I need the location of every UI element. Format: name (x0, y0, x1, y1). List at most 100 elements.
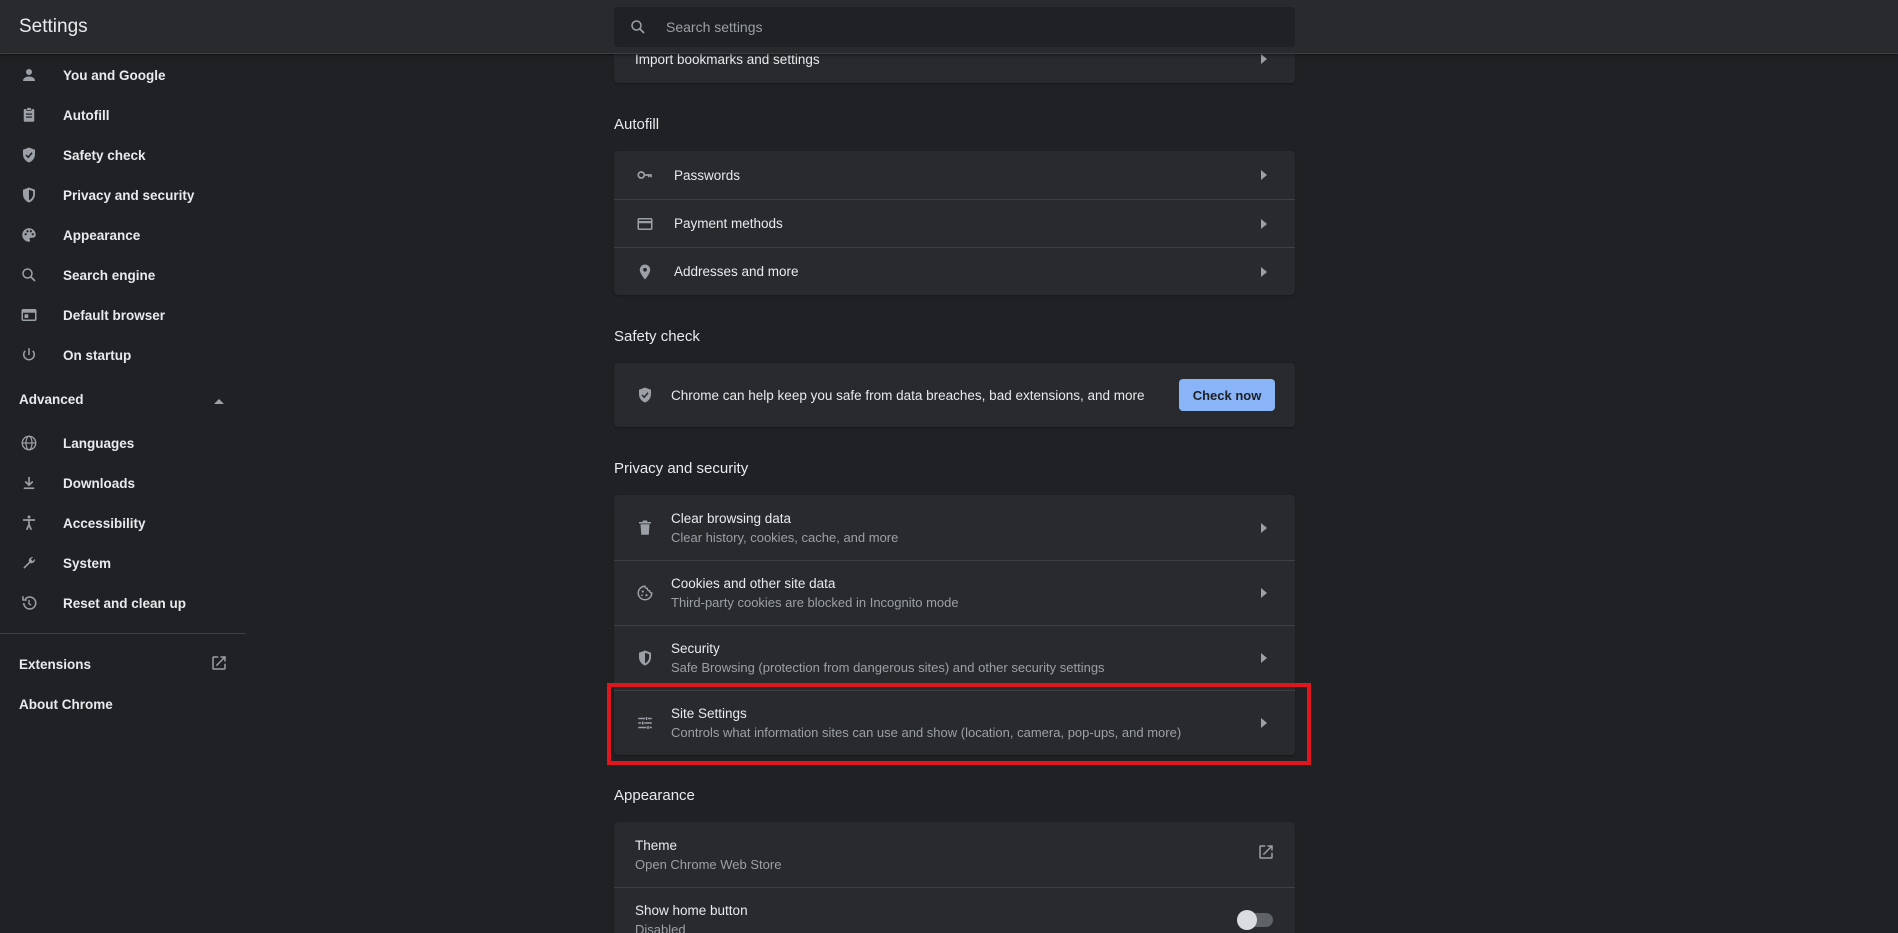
arrow-right-icon (1259, 653, 1269, 663)
safety-check-card: Chrome can help keep you safe from data … (614, 363, 1295, 427)
sidebar-item-privacy-and-security[interactable]: Privacy and security (0, 175, 246, 215)
shield-half-icon (635, 648, 655, 668)
power-icon (19, 345, 39, 365)
theme-sub: Open Chrome Web Store (635, 856, 782, 872)
cookie-icon (635, 583, 655, 603)
globe-icon (19, 433, 39, 453)
payment-methods-row[interactable]: Payment methods (614, 199, 1295, 247)
security-sub: Safe Browsing (protection from dangerous… (671, 660, 1105, 675)
tune-icon (635, 713, 655, 733)
arrow-right-icon (1259, 718, 1269, 728)
sidebar-item-appearance[interactable]: Appearance (0, 215, 246, 255)
security-label: Security (671, 641, 720, 656)
sidebar-item-label: Appearance (63, 227, 141, 243)
location-pin-icon (635, 262, 655, 282)
trash-icon (635, 518, 655, 538)
sidebar-item-reset[interactable]: Reset and clean up (0, 583, 246, 623)
clear-browsing-data-label: Clear browsing data (671, 510, 792, 526)
safety-check-text: Chrome can help keep you safe from data … (671, 387, 1145, 403)
cookies-sub: Third-party cookies are blocked in Incog… (671, 595, 959, 610)
privacy-section-title: Privacy and security (614, 460, 749, 477)
sidebar-item-label: Default browser (63, 307, 166, 323)
sidebar-item-label: Search engine (63, 267, 156, 283)
theme-label: Theme (635, 837, 678, 853)
sidebar-item-label: You and Google (63, 67, 166, 83)
safety-check-row: Chrome can help keep you safe from data … (614, 363, 1295, 427)
sidebar-item-autofill[interactable]: Autofill (0, 95, 246, 135)
sidebar-item-label: Safety check (63, 147, 146, 163)
sidebar-item-label: Reset and clean up (63, 595, 187, 611)
toggle-knob (1237, 910, 1257, 930)
sidebar-item-safety-check[interactable]: Safety check (0, 135, 246, 175)
passwords-label: Passwords (674, 167, 741, 183)
arrow-right-icon (1259, 170, 1269, 180)
app-title: Settings (19, 16, 88, 37)
open-in-new-icon (1257, 843, 1275, 866)
sidebar-item-label: Accessibility (63, 515, 146, 531)
sidebar-item-about-chrome[interactable]: About Chrome (0, 684, 246, 724)
sidebar-divider (0, 633, 246, 634)
arrow-right-icon (1259, 218, 1269, 229)
sidebar-item-accessibility[interactable]: Accessibility (0, 503, 246, 543)
site-settings-row[interactable]: Site Settings Controls what information … (614, 690, 1295, 755)
cookies-label: Cookies and other site data (671, 576, 836, 591)
arrow-right-icon (1259, 266, 1269, 277)
sidebar-item-search-engine[interactable]: Search engine (0, 255, 246, 295)
sidebar-advanced-toggle[interactable]: Advanced (0, 379, 246, 419)
sidebar-item-label: Languages (63, 435, 135, 451)
search-icon (19, 265, 39, 285)
clear-browsing-data-sub: Clear history, cookies, cache, and more (671, 529, 899, 545)
shield-check-icon (635, 385, 655, 405)
privacy-card: Clear browsing data Clear history, cooki… (614, 495, 1295, 755)
site-settings-label: Site Settings (671, 706, 747, 721)
palette-icon (19, 225, 39, 245)
sidebar-item-label: Extensions (19, 656, 92, 672)
sidebar-item-label: On startup (63, 347, 132, 363)
sidebar-item-label: System (63, 555, 112, 571)
sidebar-item-languages[interactable]: Languages (0, 423, 246, 463)
sidebar-item-system[interactable]: System (0, 543, 246, 583)
arrow-right-icon (1259, 54, 1269, 64)
top-toolbar: Settings (0, 0, 1898, 54)
sidebar-item-on-startup[interactable]: On startup (0, 335, 246, 375)
accessibility-icon (19, 513, 39, 533)
wrench-icon (19, 553, 39, 573)
appearance-card: Theme Open Chrome Web Store Show home bu… (614, 822, 1295, 933)
addresses-row[interactable]: Addresses and more (614, 247, 1295, 295)
search-icon (628, 17, 648, 37)
arrow-right-icon (1259, 522, 1269, 533)
show-home-button-label: Show home button (635, 903, 748, 918)
chevron-up-icon (214, 392, 224, 407)
clipboard-icon (19, 105, 39, 125)
show-home-button-toggle[interactable] (1237, 910, 1273, 930)
safety-check-section-title: Safety check (614, 328, 700, 345)
sidebar-item-extensions[interactable]: Extensions (0, 644, 246, 684)
advanced-label: Advanced (19, 391, 84, 407)
security-row[interactable]: Security Safe Browsing (protection from … (614, 625, 1295, 690)
clear-browsing-data-row[interactable]: Clear browsing data Clear history, cooki… (614, 495, 1295, 560)
key-icon (635, 165, 655, 185)
sidebar-item-label: Autofill (63, 107, 110, 123)
sidebar-item-downloads[interactable]: Downloads (0, 463, 246, 503)
credit-card-icon (635, 214, 655, 234)
show-home-button-row[interactable]: Show home button Disabled (614, 887, 1295, 933)
import-bookmarks-label: Import bookmarks and settings (635, 52, 820, 67)
appearance-section-title: Appearance (614, 787, 695, 804)
sidebar-item-default-browser[interactable]: Default browser (0, 295, 246, 335)
show-home-button-sub: Disabled (635, 922, 686, 933)
passwords-row[interactable]: Passwords (614, 151, 1295, 199)
sidebar-item-you-and-google[interactable]: You and Google (0, 55, 246, 95)
sidebar-item-label: Downloads (63, 475, 136, 491)
search-input[interactable] (666, 12, 1295, 42)
check-now-button[interactable]: Check now (1179, 379, 1275, 411)
cookies-row[interactable]: Cookies and other site data Third-party … (614, 560, 1295, 625)
search-box[interactable] (614, 7, 1295, 47)
autofill-section-title: Autofill (614, 116, 660, 133)
sidebar: You and Google Autofill Safety check Pri… (0, 55, 246, 724)
autofill-card: Passwords Payment methods Addresses and … (614, 151, 1295, 295)
sidebar-item-label: About Chrome (19, 696, 113, 712)
shield-check-icon (19, 145, 39, 165)
theme-row[interactable]: Theme Open Chrome Web Store (614, 822, 1295, 887)
payment-methods-label: Payment methods (674, 216, 783, 231)
restore-icon (19, 593, 39, 613)
